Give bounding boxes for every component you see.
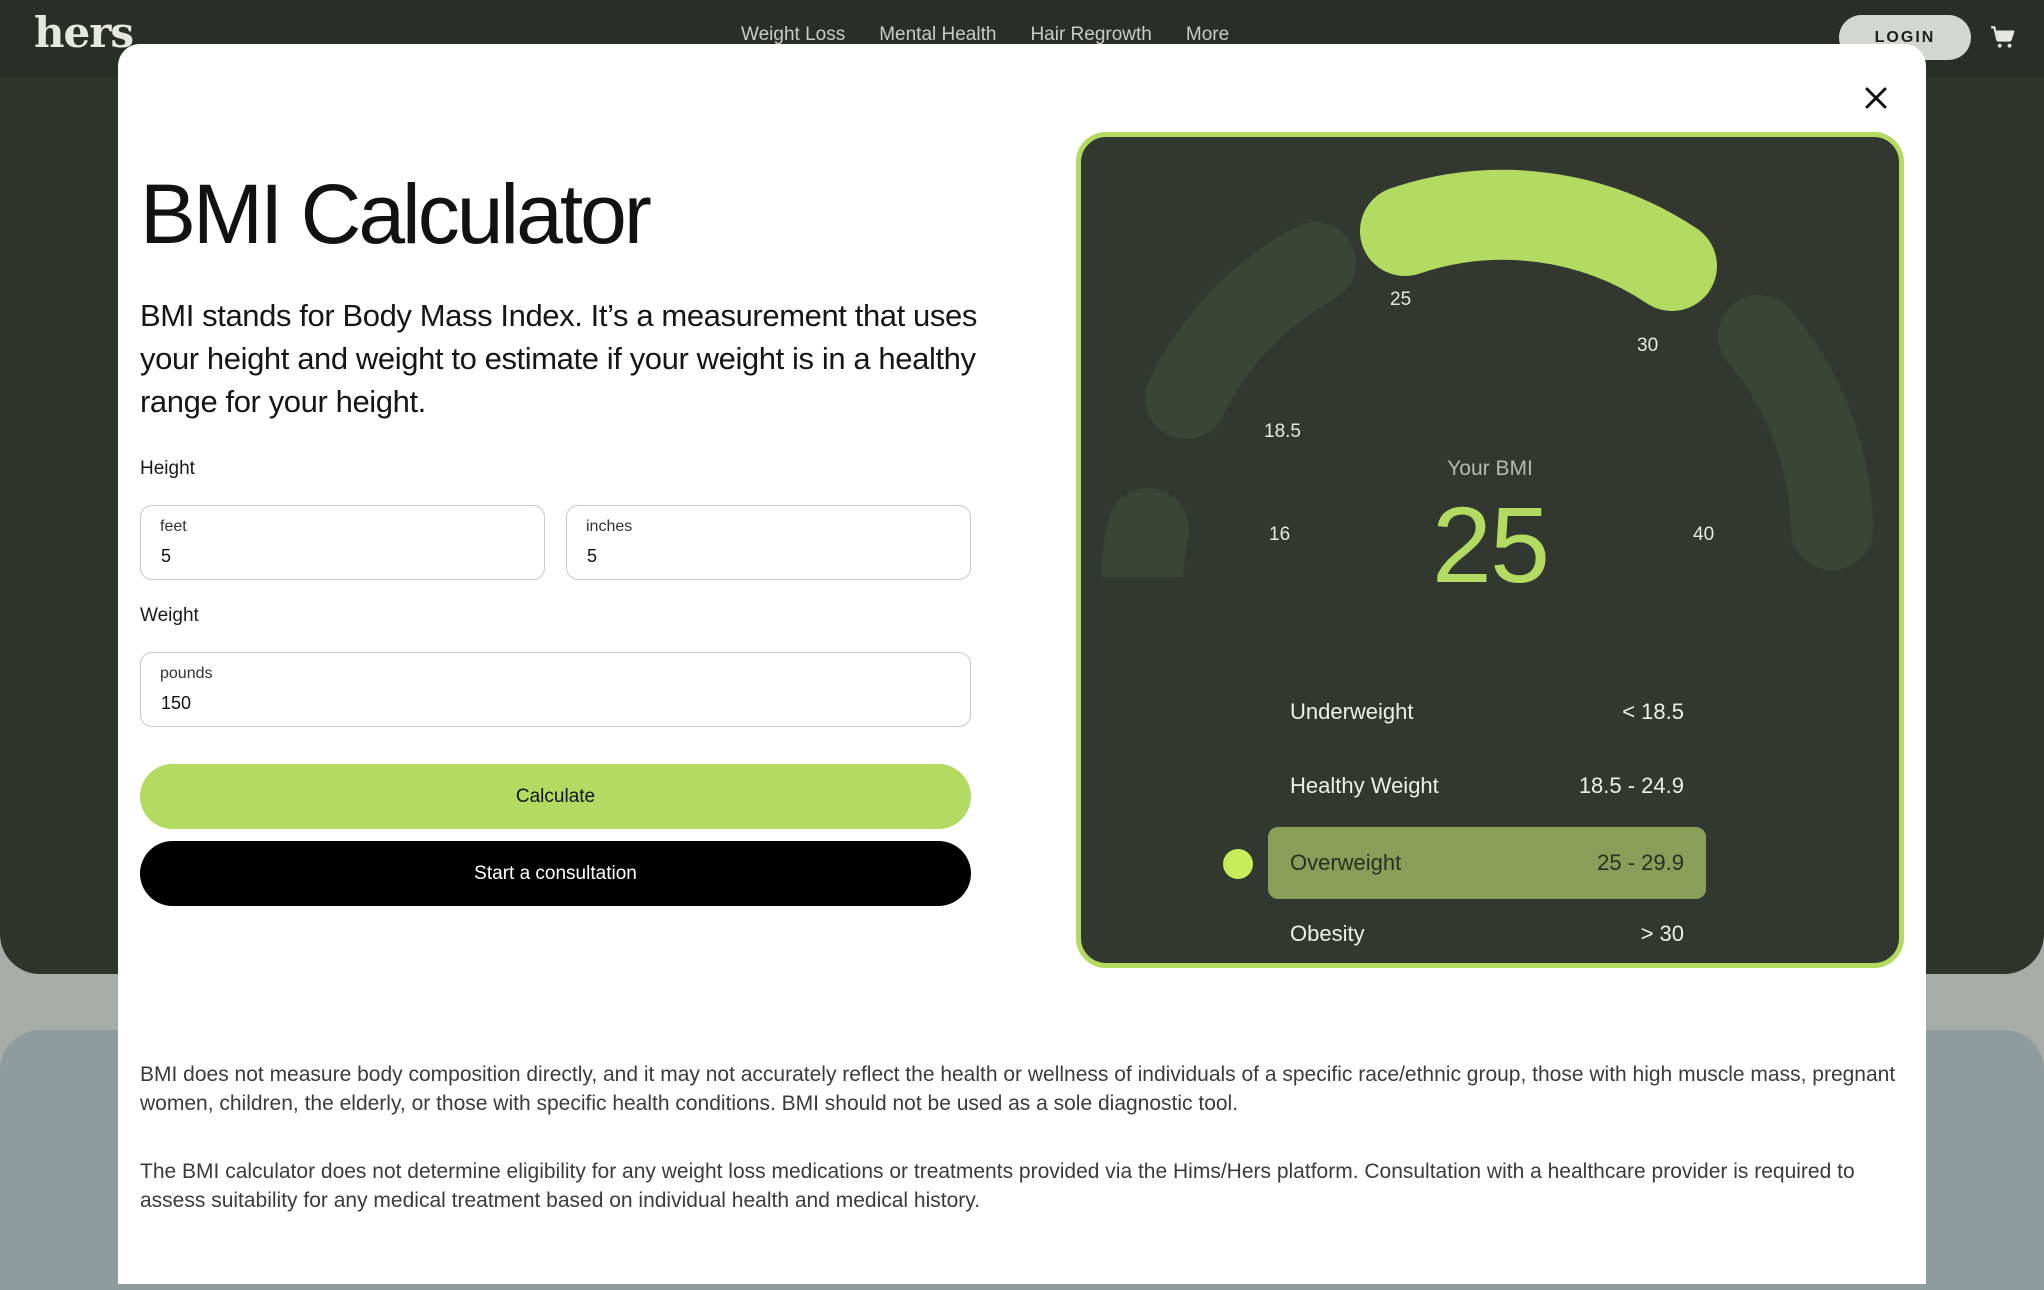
bmi-calculator-modal: BMI Calculator BMI stands for Body Mass … xyxy=(118,44,1926,1284)
disclaimer-body-composition: BMI does not measure body composition di… xyxy=(140,1063,1896,1115)
bmi-intro-text: BMI stands for Body Mass Index. It’s a m… xyxy=(140,298,977,419)
pounds-field[interactable]: pounds 150 xyxy=(140,652,971,727)
inches-value[interactable]: 5 xyxy=(587,546,597,567)
gauge-segment-25-30 xyxy=(1360,169,1717,311)
category-name: Healthy Weight xyxy=(1290,773,1439,798)
category-row-healthy-weight: Healthy Weight 18.5 - 24.9 xyxy=(1268,750,1706,822)
category-row-underweight: Underweight < 18.5 xyxy=(1268,676,1706,748)
category-range: < 18.5 xyxy=(1622,699,1684,724)
disclaimer-eligibility: The BMI calculator does not determine el… xyxy=(140,1160,1855,1212)
height-label: Height xyxy=(140,458,195,479)
nav-link-weight-loss[interactable]: Weight Loss xyxy=(741,24,845,46)
gauge-tick-25: 25 xyxy=(1390,289,1411,310)
close-icon[interactable] xyxy=(1856,78,1896,118)
category-row-overweight: Overweight 25 - 29.9 xyxy=(1268,827,1706,899)
category-row-obesity: Obesity > 30 xyxy=(1268,898,1706,963)
pounds-sublabel: pounds xyxy=(160,665,213,682)
category-name: Underweight xyxy=(1290,699,1414,724)
start-consultation-button[interactable]: Start a consultation xyxy=(140,841,971,906)
category-range: > 30 xyxy=(1640,921,1684,946)
gauge-tick-30: 30 xyxy=(1637,335,1658,356)
hers-logo[interactable]: hers xyxy=(34,8,134,57)
cart-icon[interactable] xyxy=(1990,24,2016,50)
current-category-indicator xyxy=(1223,849,1253,879)
pounds-value[interactable]: 150 xyxy=(161,693,191,714)
calculate-button[interactable]: Calculate xyxy=(140,764,971,829)
your-bmi-label: Your BMI xyxy=(1447,457,1533,480)
inches-field[interactable]: inches 5 xyxy=(566,505,971,580)
gauge-segment-18-5-25 xyxy=(1145,222,1356,439)
feet-sublabel: feet xyxy=(160,518,187,535)
page-title: BMI Calculator xyxy=(140,167,652,261)
nav-link-mental-health[interactable]: Mental Health xyxy=(879,24,996,46)
category-range: 25 - 29.9 xyxy=(1597,850,1684,875)
category-name: Overweight xyxy=(1290,850,1402,875)
bmi-result-panel: 16 18.5 25 30 40 Your BMI 25 Underweight… xyxy=(1076,132,1904,968)
inches-sublabel: inches xyxy=(586,518,633,535)
feet-value[interactable]: 5 xyxy=(161,546,171,567)
category-range: 18.5 - 24.9 xyxy=(1578,773,1684,798)
bmi-value: 25 xyxy=(1431,484,1550,605)
gauge-tick-18-5: 18.5 xyxy=(1264,421,1301,442)
feet-field[interactable]: feet 5 xyxy=(140,505,545,580)
nav-link-more[interactable]: More xyxy=(1186,24,1229,46)
site-nav: Weight Loss Mental Health Hair Regrowth … xyxy=(741,24,1229,46)
nav-link-hair-regrowth[interactable]: Hair Regrowth xyxy=(1030,24,1151,46)
weight-label: Weight xyxy=(140,605,199,626)
category-name: Obesity xyxy=(1290,921,1365,946)
